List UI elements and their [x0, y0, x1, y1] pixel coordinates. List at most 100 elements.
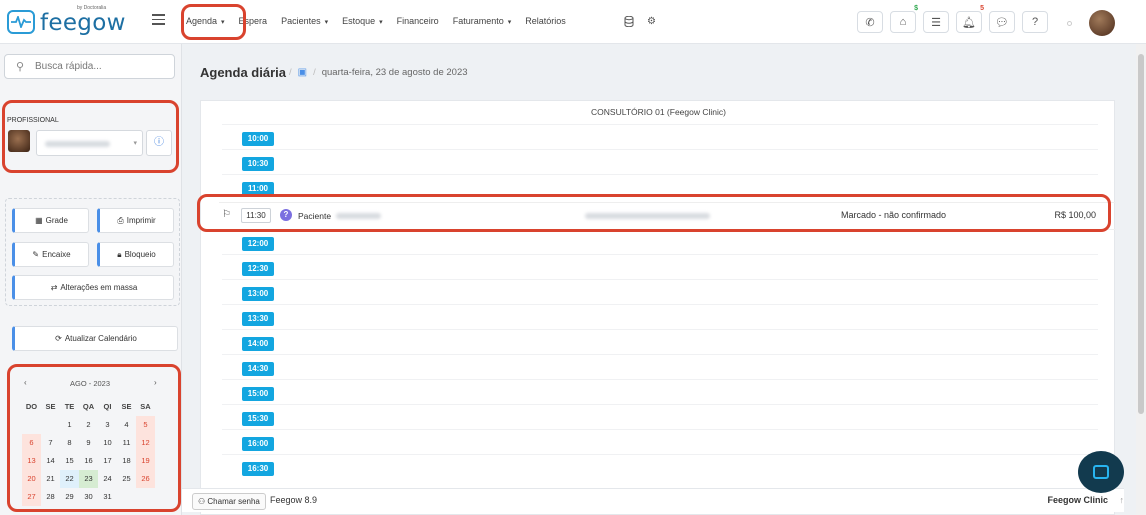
time-slot-row[interactable]: 10:00 [222, 124, 1098, 149]
chat-widget-icon [1093, 465, 1109, 479]
breadcrumb: / ▣ / quarta-feira, 23 de agosto de 2023 [289, 67, 468, 78]
nav-label: Financeiro [396, 16, 439, 26]
top-bar: by Doctoralia feegow Agenda ▾ Espera Pacien… [0, 0, 1146, 44]
inbox-badge: $ [914, 5, 918, 12]
time-chip[interactable]: 13:30 [242, 312, 274, 326]
nav-financeiro[interactable]: Financeiro [397, 16, 439, 26]
time-slot-row[interactable]: 15:00 [222, 379, 1098, 404]
time-chip[interactable]: 13:00 [242, 287, 274, 301]
schedule-panel: CONSULTÓRIO 01 (Feegow Clinic) 10:00 10:3… [200, 100, 1116, 515]
nav-label: Faturamento [452, 16, 504, 26]
scrollbar[interactable] [1136, 44, 1146, 515]
status-dot [1067, 21, 1072, 26]
edit-icon: ✎ [32, 250, 40, 259]
arrow-up-icon[interactable]: ↑ [1120, 495, 1125, 505]
version-text: Feegow 8.9 [270, 495, 318, 505]
bloqueio-label: Bloqueio [124, 250, 156, 259]
clinic-name: Feegow Clinic [1047, 495, 1108, 505]
print-button[interactable]: ⎙ Imprimir [97, 208, 174, 233]
time-chip[interactable]: 10:00 [242, 132, 274, 146]
call-ticket-label: Chamar senha [207, 497, 260, 506]
notifications-button[interactable]: 🔔︎ 5 [956, 5, 984, 33]
inbox-button[interactable]: ⌂ $ [890, 5, 918, 33]
time-chip[interactable]: 14:30 [242, 362, 274, 376]
time-slot-row[interactable]: 13:30 [222, 304, 1098, 329]
bulk-changes-button[interactable]: ⇄ Alterações em massa [12, 275, 174, 300]
nav-relatorios[interactable]: Relatórios [525, 16, 566, 26]
time-slot-row[interactable]: 14:00 [222, 329, 1098, 354]
bulk-changes-label: Alterações em massa [60, 283, 138, 292]
grade-button[interactable]: ▦ Grade [12, 208, 89, 233]
encaixe-button[interactable]: ✎ Encaixe [12, 242, 89, 267]
help-icon[interactable]: ? [1022, 11, 1048, 33]
nav-label: Pacientes [281, 16, 321, 26]
quick-search-input[interactable]: ⚲ Busca rápida... [4, 54, 175, 79]
menu-toggle-icon[interactable] [152, 14, 165, 26]
nav-estoque[interactable]: Estoque ▾ [342, 16, 383, 26]
feegow-logo[interactable]: by Doctoralia feegow [7, 5, 137, 36]
brand-name: feegow [40, 10, 126, 36]
chevron-down-icon: ▾ [324, 19, 329, 26]
nav-label: Relatórios [525, 16, 566, 26]
time-slot-row[interactable]: 14:30 [222, 354, 1098, 379]
time-chip[interactable]: 12:00 [242, 237, 274, 251]
time-slot-row[interactable]: 16:30 [222, 454, 1098, 479]
nav-pacientes[interactable]: Pacientes ▾ [281, 16, 328, 26]
main-content: Agenda diária / ▣ / quarta-feira, 23 de … [182, 44, 1146, 515]
people-icon: ⚇ [198, 497, 206, 506]
tasks-icon[interactable]: ☰ [923, 11, 949, 33]
chevron-down-icon: ▾ [379, 19, 383, 26]
chat-icon[interactable]: 💬︎ [989, 11, 1015, 33]
call-ticket-button[interactable]: ⚇ Chamar senha [192, 493, 266, 510]
database-icon[interactable] [624, 16, 634, 27]
footer: ⚇ Chamar senha Feegow 8.9 Feegow Clinic … [182, 488, 1124, 512]
time-chip[interactable]: 14:00 [242, 337, 274, 351]
bell-icon: 🔔︎ [962, 16, 976, 29]
time-chip[interactable]: 10:30 [242, 157, 274, 171]
time-chip[interactable]: 16:00 [242, 437, 274, 451]
page-title: Agenda diária [200, 65, 286, 80]
time-slot-row[interactable]: 13:00 [222, 279, 1098, 304]
highlight-professional [2, 100, 179, 173]
grid-icon: ▦ [35, 216, 43, 225]
highlight-calendar [7, 364, 181, 512]
time-chip[interactable]: 16:30 [242, 462, 274, 476]
chat-fab-button[interactable] [1078, 451, 1124, 493]
search-placeholder: Busca rápida... [35, 61, 102, 72]
phone-icon[interactable]: ✆ [857, 11, 883, 33]
grade-label: Grade [45, 216, 68, 225]
encaixe-label: Encaixe [42, 250, 71, 259]
schedule-actions: ▦ Grade ⎙ Imprimir ✎ Encaixe 🔒︎ Bloqueio ⇄ Al… [5, 198, 180, 306]
refresh-calendar-label: Atualizar Calendário [64, 334, 137, 343]
breadcrumb-sep-2: / [313, 67, 316, 78]
highlight-appointment [197, 194, 1111, 232]
chevron-down-icon: ▾ [507, 19, 512, 26]
nav-label: Estoque [342, 16, 376, 26]
search-icon: ⚲ [16, 61, 25, 73]
notification-badge: 5 [980, 5, 984, 12]
time-chip[interactable]: 12:30 [242, 262, 274, 276]
time-slot-row[interactable]: 10:30 [222, 149, 1098, 174]
lock-icon: 🔒︎ [117, 249, 122, 259]
refresh-icon: ⟳ [55, 334, 62, 343]
time-slot-row[interactable]: 12:30 [222, 254, 1098, 279]
time-slot-row[interactable]: 16:00 [222, 429, 1098, 454]
refresh-calendar-button[interactable]: ⟳ Atualizar Calendário [12, 326, 178, 351]
breadcrumb-sep: / [289, 67, 292, 78]
time-slot-row[interactable]: 12:00 [222, 229, 1098, 254]
swap-icon: ⇄ [50, 283, 58, 292]
bloqueio-button[interactable]: 🔒︎ Bloqueio [97, 242, 174, 267]
user-avatar[interactable] [1089, 10, 1115, 36]
logo-mark-icon [7, 10, 35, 34]
time-slot-row[interactable]: 15:30 [222, 404, 1098, 429]
time-chip[interactable]: 15:30 [242, 412, 274, 426]
column-header: CONSULTÓRIO 01 (Feegow Clinic) [591, 107, 726, 117]
printer-icon: ⎙ [117, 215, 124, 225]
print-label: Imprimir [126, 216, 156, 225]
settings-gear-icon[interactable]: ⚙ [647, 16, 656, 27]
time-chip[interactable]: 15:00 [242, 387, 274, 401]
inbox-icon: ⌂ [899, 16, 907, 28]
highlight-agenda-nav [181, 4, 246, 40]
calendar-icon: ▣ [297, 67, 308, 78]
nav-faturamento[interactable]: Faturamento ▾ [453, 16, 512, 26]
